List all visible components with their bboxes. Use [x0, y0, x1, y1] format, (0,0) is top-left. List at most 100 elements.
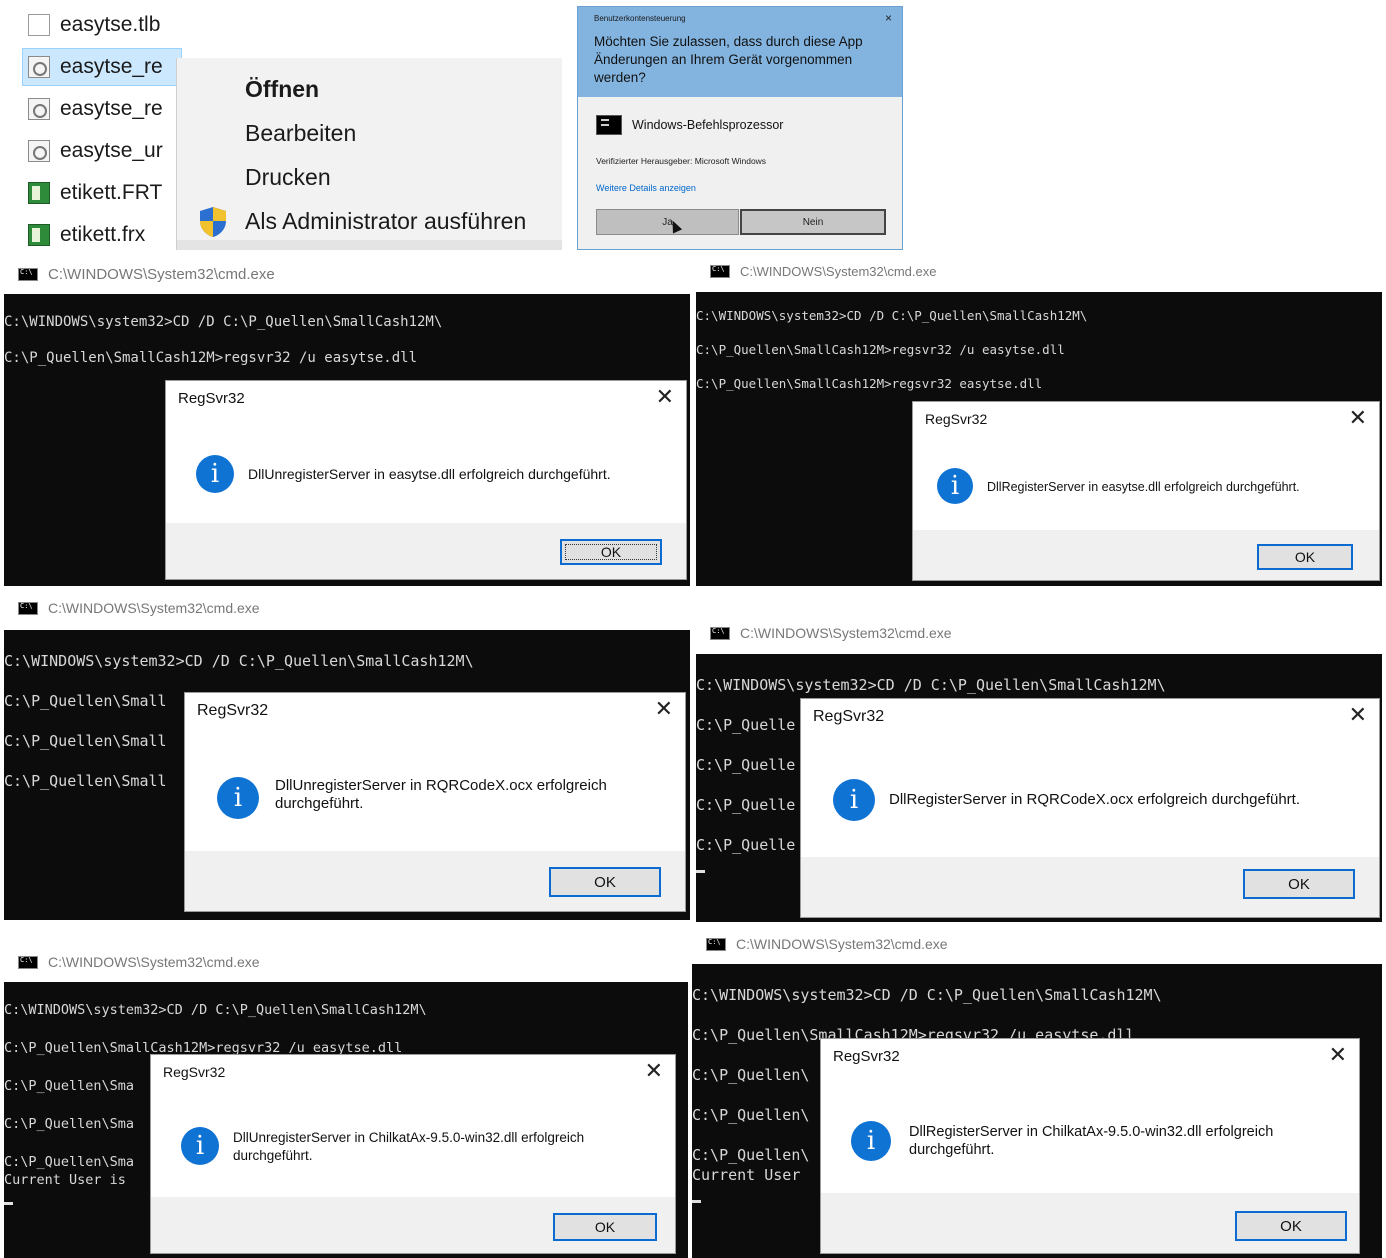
dialog-message: DllUnregisterServer in easytse.dll erfol… — [248, 466, 611, 482]
close-icon[interactable]: ✕ — [656, 385, 674, 409]
menu-bottom-strip — [177, 240, 562, 250]
dialog-message: DllRegisterServer in easytse.dll erfolgr… — [987, 480, 1300, 494]
uac-shield-icon — [200, 207, 226, 237]
console-line: C:\P_Quelle — [696, 836, 796, 854]
console-line: C:\P_Quellen\ — [692, 1146, 810, 1164]
ok-button[interactable]: OK — [1257, 544, 1353, 570]
dialog-content: RegSvr32 ✕ i DllUnregisterServer in RQRC… — [185, 693, 685, 851]
dialog-title: RegSvr32 — [178, 390, 245, 407]
dialog-title: RegSvr32 — [833, 1048, 900, 1065]
close-icon[interactable]: ✕ — [645, 1059, 663, 1083]
uac-details-link[interactable]: Weitere Details anzeigen — [596, 183, 696, 193]
dialog-message: DllRegisterServer in ChilkatAx-9.5.0-win… — [909, 1124, 1274, 1158]
close-icon[interactable]: ✕ — [1349, 406, 1367, 430]
cmd-icon — [706, 937, 726, 951]
report-file-icon — [28, 182, 50, 204]
info-icon: i — [196, 455, 234, 493]
ok-button[interactable]: OK — [1243, 869, 1355, 899]
cmd-window-title: C:\WINDOWS\System32\cmd.exe — [18, 952, 260, 972]
uac-title: Benutzerkontensteuerung — [594, 14, 686, 23]
console-line: C:\P_Quellen\ — [692, 1066, 810, 1084]
console-line: C:\P_Quellen\Small — [4, 732, 167, 750]
menu-item-run-as-admin[interactable]: Als Administrator ausführen — [245, 208, 526, 235]
info-icon: i — [217, 777, 259, 819]
uac-header: Benutzerkontensteuerung × Möchten Sie zu… — [578, 7, 902, 97]
menu-item-open[interactable]: Öffnen — [245, 76, 319, 103]
console-line: C:\P_Quellen\Small — [4, 692, 167, 710]
regsvr32-dialog: RegSvr32 ✕ i DllRegisterServer in Chilka… — [820, 1038, 1360, 1254]
dialog-message: DllRegisterServer in RQRCodeX.ocx erfolg… — [889, 791, 1301, 808]
console-line: Current User is — [4, 1172, 126, 1188]
file-item-easytse-re-selected[interactable]: easytse_re — [22, 48, 182, 86]
console-line: C:\WINDOWS\system32>CD /D C:\P_Quellen\S… — [696, 676, 1166, 694]
console-line: C:\P_Quellen\Sma — [4, 1116, 135, 1132]
file-item-etikett-frx[interactable]: etikett.frx — [28, 216, 145, 250]
document-icon — [28, 14, 50, 36]
dialog-content: RegSvr32 ✕ i DllUnregisterServer in easy… — [166, 381, 686, 523]
console-line: C:\WINDOWS\system32>CD /D C:\P_Quellen\S… — [4, 1002, 427, 1018]
console-caret — [696, 870, 705, 873]
dialog-message: DllUnregisterServer in RQRCodeX.ocx erfo… — [275, 777, 607, 812]
menu-item-edit[interactable]: Bearbeiten — [245, 120, 356, 147]
uac-no-button[interactable]: Nein — [740, 209, 886, 235]
ok-button[interactable]: OK — [1235, 1211, 1347, 1241]
context-menu: Öffnen Bearbeiten Drucken Als Administra… — [176, 58, 562, 250]
console-line: C:\P_Quellen\SmallCash12M>regsvr32 easyt… — [696, 376, 1043, 391]
console-line: C:\P_Quellen\SmallCash12M>regsvr32 /u ea… — [696, 342, 1065, 357]
cmd-window-title: C:\WINDOWS\System32\cmd.exe — [18, 264, 275, 284]
console-line: C:\WINDOWS\system32>CD /D C:\P_Quellen\S… — [4, 314, 443, 330]
regsvr32-dialog: RegSvr32 ✕ i DllUnregisterServer in RQRC… — [184, 692, 686, 912]
cmd-window-title: C:\WINDOWS\System32\cmd.exe — [706, 934, 948, 954]
cmd-icon — [18, 955, 38, 969]
console-line: C:\WINDOWS\system32>CD /D C:\P_Quellen\S… — [696, 308, 1088, 323]
console-line: C:\P_Quellen\ — [692, 1106, 810, 1124]
console-line: C:\P_Quellen\SmallCash12M>regsvr32 /u ea… — [4, 350, 418, 366]
console-line: C:\WINDOWS\system32>CD /D C:\P_Quellen\S… — [4, 652, 474, 670]
console-line: C:\P_Quelle — [696, 716, 796, 734]
file-item-easytse-re[interactable]: easytse_re — [28, 90, 163, 128]
file-item-easytse-tlb[interactable]: easytse.tlb — [28, 6, 160, 44]
regsvr32-dialog: RegSvr32 ✕ i DllUnregisterServer in easy… — [165, 380, 687, 580]
close-icon[interactable]: ✕ — [1349, 703, 1367, 727]
dialog-content: RegSvr32 ✕ i DllRegisterServer in RQRCod… — [801, 699, 1379, 857]
file-item-etikett-frt[interactable]: etikett.FRT — [28, 174, 162, 212]
ok-button[interactable]: OK — [560, 539, 662, 565]
close-icon[interactable]: ✕ — [655, 697, 673, 721]
cmd-window-4: C:\WINDOWS\System32\cmd.exe C:\WINDOWS\s… — [696, 616, 1382, 922]
close-icon[interactable]: × — [885, 11, 892, 25]
dialog-content: RegSvr32 ✕ i DllUnregisterServer in Chil… — [151, 1055, 675, 1197]
ok-button[interactable]: OK — [553, 1213, 657, 1241]
cmd-window-title: C:\WINDOWS\System32\cmd.exe — [710, 623, 952, 643]
dialog-content: RegSvr32 ✕ i DllRegisterServer in easyts… — [913, 402, 1379, 530]
cmd-window-5: C:\WINDOWS\System32\cmd.exe C:\WINDOWS\s… — [4, 946, 688, 1258]
info-icon: i — [937, 468, 973, 504]
cmd-app-icon — [596, 115, 622, 135]
ok-button[interactable]: OK — [549, 867, 661, 897]
console-line: C:\P_Quellen\Sma — [4, 1078, 135, 1094]
regsvr32-dialog: RegSvr32 ✕ i DllRegisterServer in easyts… — [912, 401, 1380, 581]
cmd-icon — [18, 601, 38, 615]
console-line: C:\P_Quelle — [696, 756, 796, 774]
cmd-window-title: C:\WINDOWS\System32\cmd.exe — [710, 261, 936, 281]
console-line: Current User — [692, 1166, 801, 1184]
console-line: C:\P_Quellen\Small — [4, 772, 167, 790]
config-file-icon — [28, 98, 50, 120]
uac-app-name: Windows-Befehlsprozessor — [632, 118, 784, 132]
file-explorer: easytse.tlb easytse_re easytse_re easyts… — [0, 0, 562, 250]
dialog-title: RegSvr32 — [813, 708, 885, 725]
regsvr32-dialog: RegSvr32 ✕ i DllRegisterServer in RQRCod… — [800, 698, 1380, 918]
cmd-icon — [710, 626, 730, 640]
menu-item-print[interactable]: Drucken — [245, 164, 331, 191]
close-icon[interactable]: ✕ — [1329, 1043, 1347, 1067]
dialog-title: RegSvr32 — [925, 411, 988, 427]
cmd-window-1: C:\WINDOWS\System32\cmd.exe C:\WINDOWS\s… — [4, 256, 690, 586]
file-item-easytse-ur[interactable]: easytse_ur — [28, 132, 163, 170]
config-file-icon — [28, 140, 50, 162]
cmd-window-title: C:\WINDOWS\System32\cmd.exe — [18, 598, 260, 618]
dialog-title: RegSvr32 — [197, 702, 269, 719]
uac-publisher: Verifizierter Herausgeber: Microsoft Win… — [596, 156, 767, 166]
info-icon: i — [851, 1121, 891, 1161]
regsvr32-dialog: RegSvr32 ✕ i DllUnregisterServer in Chil… — [150, 1054, 676, 1254]
info-icon: i — [181, 1127, 219, 1165]
cmd-icon — [710, 264, 730, 278]
